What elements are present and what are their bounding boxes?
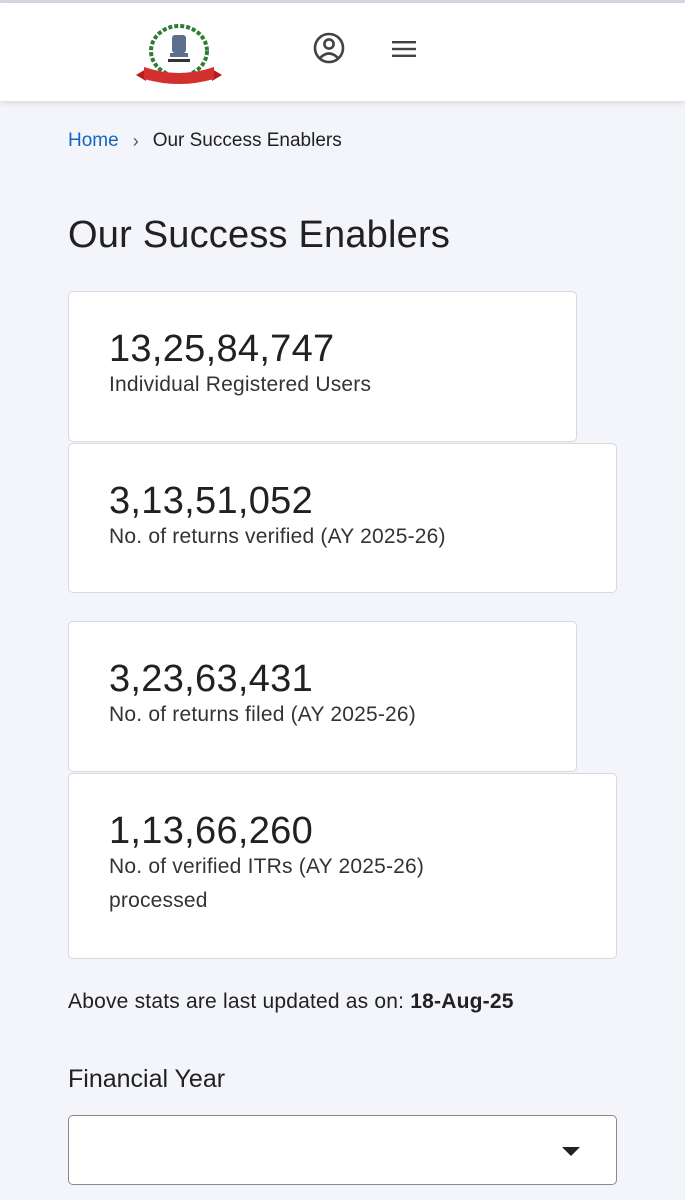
- stat-label: No. of returns filed (AY 2025-26): [109, 703, 416, 726]
- stat-label-continued: processed: [109, 889, 208, 912]
- stat-value: 1,13,66,260: [109, 810, 314, 852]
- last-updated-note: Above stats are last updated as on: 18-A…: [68, 990, 514, 1014]
- account-circle-icon: [313, 32, 345, 64]
- breadcrumb: Home › Our Success Enablers: [68, 130, 342, 152]
- last-updated-date: 18-Aug-25: [410, 990, 514, 1013]
- stat-card: 13,25,84,747 Individual Registered Users: [68, 291, 577, 442]
- financial-year-label: Financial Year: [68, 1065, 226, 1093]
- financial-year-select[interactable]: [68, 1115, 617, 1185]
- site-header: [0, 3, 685, 101]
- stat-card: 3,13,51,052 No. of returns verified (AY …: [68, 443, 617, 593]
- menu-button[interactable]: [390, 37, 418, 61]
- stat-value: 13,25,84,747: [109, 328, 335, 370]
- stat-label: Individual Registered Users: [109, 373, 372, 396]
- stat-card: 3,23,63,431 No. of returns filed (AY 202…: [68, 621, 577, 772]
- stat-label: No. of returns verified (AY 2025-26): [109, 525, 446, 548]
- breadcrumb-current: Our Success Enablers: [152, 130, 342, 151]
- breadcrumb-home-link[interactable]: Home: [68, 130, 119, 152]
- last-updated-prefix: Above stats are last updated as on:: [68, 990, 411, 1013]
- chevron-right-icon: ›: [132, 130, 139, 151]
- stat-value: 3,13,51,052: [109, 480, 314, 522]
- stat-value: 3,23,63,431: [109, 658, 314, 700]
- income-tax-department-logo[interactable]: [134, 23, 224, 87]
- profile-button[interactable]: [312, 31, 346, 65]
- page-title: Our Success Enablers: [68, 214, 451, 256]
- stat-card: 1,13,66,260 No. of verified ITRs (AY 202…: [68, 773, 617, 959]
- stat-label: No. of verified ITRs (AY 2025-26): [109, 855, 425, 878]
- dropdown-arrow-icon: [562, 1147, 580, 1156]
- hamburger-menu-icon: [392, 41, 416, 57]
